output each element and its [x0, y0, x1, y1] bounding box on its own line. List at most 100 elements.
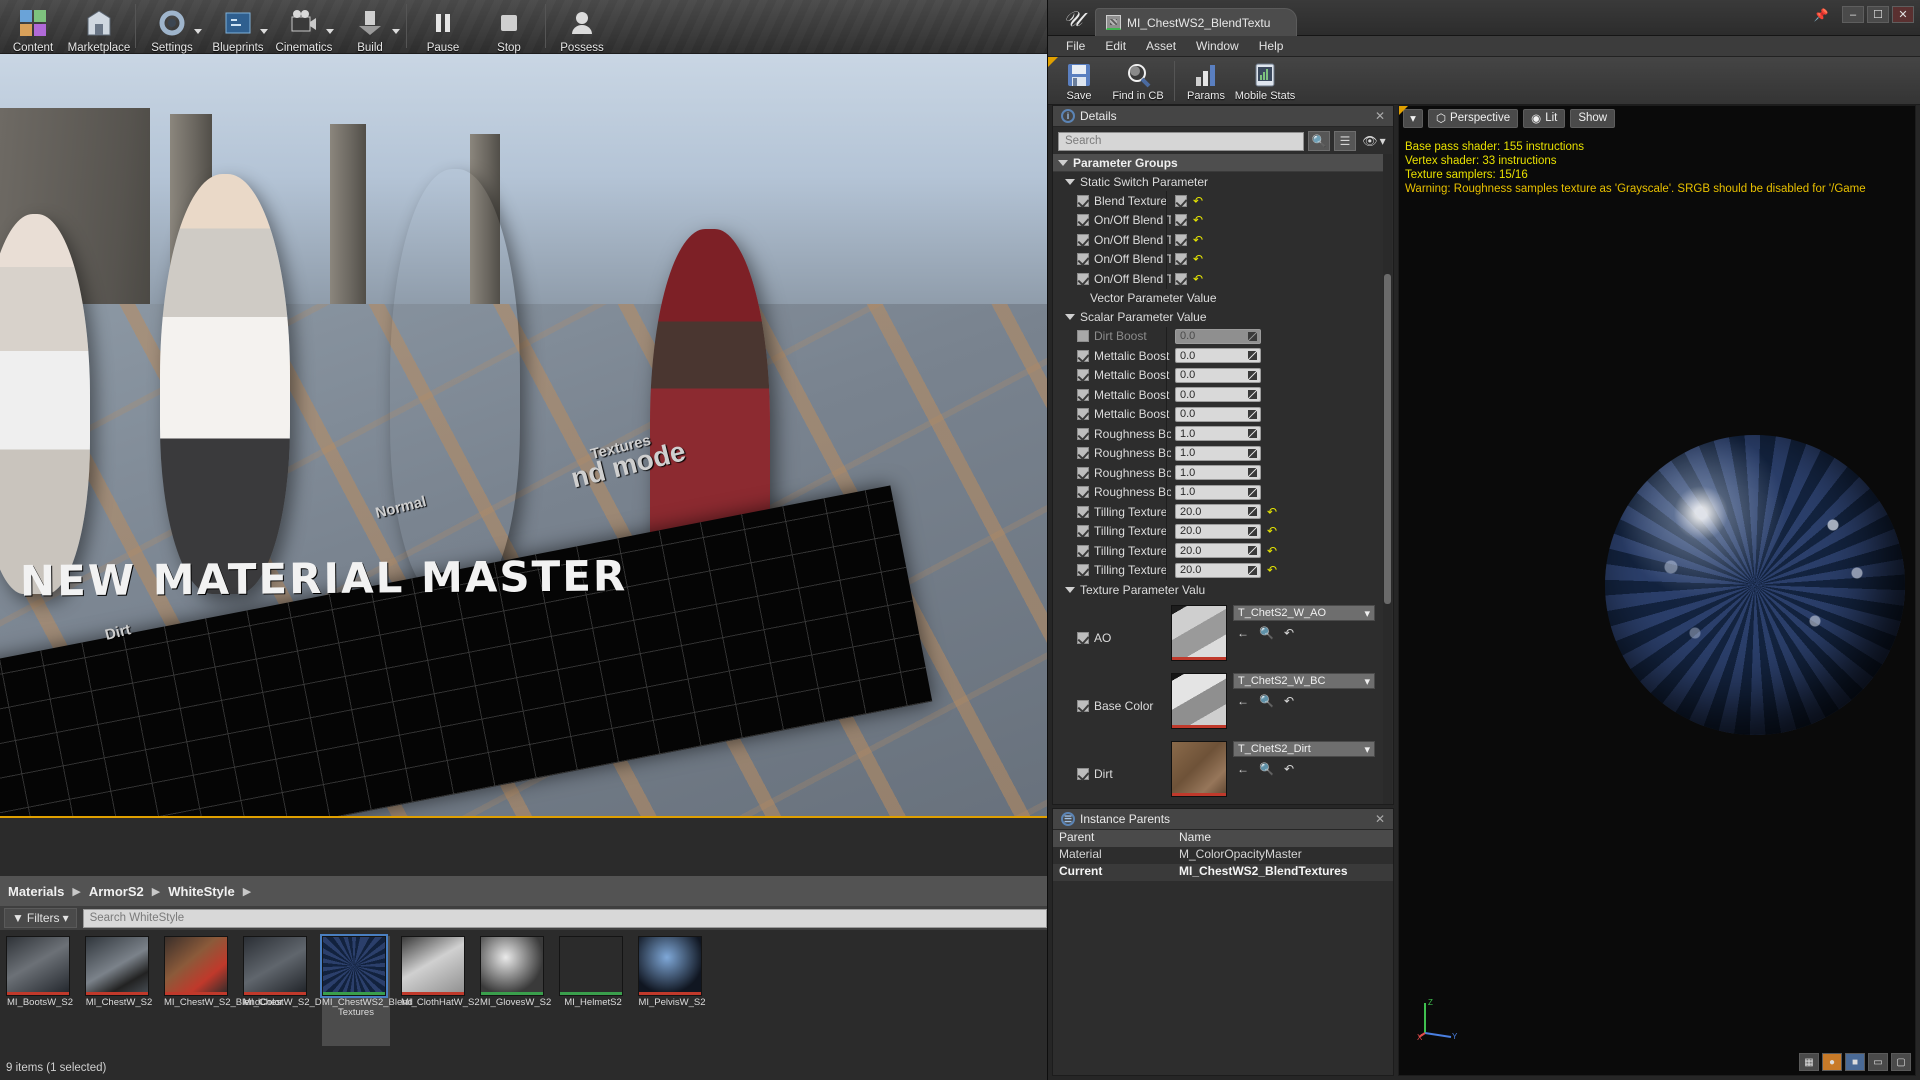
parameter-row[interactable]: Tilling Texture 1 20.0 ↶ — [1053, 502, 1383, 522]
parameter-enable-checkbox[interactable] — [1077, 544, 1089, 557]
parameter-value-checkbox[interactable] — [1175, 253, 1187, 266]
chevron-down-icon[interactable] — [326, 29, 334, 34]
parameter-number-input[interactable]: 20.0 — [1175, 523, 1261, 539]
column-header-name[interactable]: Name — [1173, 830, 1393, 847]
cylinder-preview-icon[interactable]: ▢ — [1891, 1053, 1911, 1071]
parameter-enable-checkbox[interactable] — [1077, 349, 1089, 362]
breadcrumb-item[interactable]: WhiteStyle — [168, 884, 234, 899]
asset-tile[interactable]: MI_GlovesW_S2 — [480, 936, 551, 1046]
reset-to-default-icon[interactable]: ↶ — [1193, 273, 1203, 285]
viewport-show-button[interactable]: Show — [1570, 108, 1616, 128]
list-view-icon[interactable]: ☰ — [1334, 131, 1356, 151]
parameter-row[interactable]: Roughness Boost 1 1.0 — [1053, 424, 1383, 444]
material-editor-menubar[interactable]: File Edit Asset Window Help — [1048, 36, 1920, 57]
breadcrumb[interactable]: Materials ▶ ArmorS2 ▶ WhiteStyle ▶ — [0, 876, 1047, 906]
parameter-enable-checkbox[interactable] — [1077, 408, 1089, 421]
toolbar-button-cinematics[interactable]: Cinematics — [271, 0, 337, 54]
reset-to-default-icon[interactable]: ↶ — [1193, 253, 1203, 265]
parameter-row[interactable]: Blend Texture Mod ↶ — [1053, 191, 1383, 211]
parameter-row[interactable]: On/Off Blend Textu ↶ — [1053, 249, 1383, 269]
chevron-right-icon[interactable]: ▶ — [68, 885, 84, 898]
asset-thumbnail[interactable] — [559, 936, 623, 996]
asset-tile[interactable]: MI_ChestWS2_Blend Textures — [320, 934, 413, 1046]
parameter-enable-checkbox[interactable] — [1077, 466, 1089, 479]
reset-to-default-icon[interactable]: ↶ — [1267, 564, 1277, 576]
material-toolbar-button-mobile-stats[interactable]: Mobile Stats — [1233, 58, 1297, 102]
close-icon[interactable]: ✕ — [1375, 812, 1385, 826]
details-search-input[interactable]: Search — [1058, 131, 1304, 151]
parameter-enable-checkbox[interactable] — [1077, 768, 1089, 780]
parameter-row[interactable]: Mettalic Boost 1 0.0 — [1053, 346, 1383, 366]
browse-to-asset-icon[interactable]: 🔍 — [1259, 626, 1274, 640]
parameter-number-input[interactable]: 20.0 — [1175, 562, 1261, 578]
chevron-right-icon[interactable]: ▶ — [148, 885, 164, 898]
parameter-value-checkbox[interactable] — [1175, 194, 1187, 207]
chevron-down-icon[interactable]: ▾ — [1364, 743, 1370, 756]
menu-file[interactable]: File — [1056, 37, 1095, 55]
parameter-number-input[interactable]: 20.0 — [1175, 543, 1261, 559]
toolbar-button-stop[interactable]: Stop — [476, 0, 542, 54]
parameter-row[interactable]: On/Off Blend Textu ↶ — [1053, 210, 1383, 230]
plane-preview-icon[interactable]: ▭ — [1868, 1053, 1888, 1071]
parameter-number-input[interactable]: 0.0 — [1175, 328, 1261, 344]
parameter-section-header[interactable]: Scalar Parameter Value — [1053, 308, 1383, 327]
menu-help[interactable]: Help — [1249, 37, 1294, 55]
reset-to-default-icon[interactable]: ↶ — [1193, 234, 1203, 246]
texture-parameter-row[interactable]: Base Color T_ChetS2_W_BC ▾ ← 🔍 ↶ — [1053, 667, 1383, 735]
parameter-section-header[interactable]: Static Switch Parameter — [1053, 172, 1383, 191]
material-instance-tab[interactable]: MI_ChestWS2_BlendTextu — [1095, 8, 1298, 36]
parameter-enable-checkbox[interactable] — [1077, 632, 1089, 644]
reset-to-default-icon[interactable]: ↶ — [1284, 695, 1294, 707]
toolbar-button-pause[interactable]: Pause — [410, 0, 476, 54]
asset-tile[interactable]: MI_ClothHatW_S2 — [401, 936, 480, 1046]
texture-thumbnail[interactable] — [1171, 605, 1227, 661]
parameter-enable-checkbox[interactable] — [1077, 700, 1089, 712]
toolbar-button-marketplace[interactable]: Marketplace — [66, 0, 132, 54]
texture-asset-dropdown[interactable]: T_ChetS2_W_AO ▾ — [1233, 605, 1375, 621]
parameter-row[interactable]: Mettalic Boost 3 0.0 — [1053, 385, 1383, 405]
parameter-value-checkbox[interactable] — [1175, 214, 1187, 227]
parameter-enable-checkbox[interactable] — [1077, 330, 1089, 343]
table-row[interactable]: Material M_ColorOpacityMaster — [1053, 847, 1393, 864]
sphere-preview-icon[interactable]: ● — [1822, 1053, 1842, 1071]
spinner-icon[interactable] — [1248, 448, 1257, 458]
asset-thumbnail[interactable] — [638, 936, 702, 996]
spinner-icon[interactable] — [1248, 487, 1257, 497]
filters-button[interactable]: ▼ Filters ▾ — [4, 908, 77, 928]
parameter-number-input[interactable]: 20.0 — [1175, 504, 1261, 520]
pin-icon[interactable]: 📌 — [1811, 6, 1831, 23]
parameter-number-input[interactable]: 0.0 — [1175, 406, 1261, 422]
parameter-row[interactable]: Dirt Boost 0.0 — [1053, 326, 1383, 346]
reset-to-default-icon[interactable]: ↶ — [1267, 506, 1277, 518]
texture-thumbnail[interactable] — [1171, 741, 1227, 797]
parameter-value-checkbox[interactable] — [1175, 272, 1187, 285]
texture-thumbnail[interactable] — [1171, 673, 1227, 729]
parameter-enable-checkbox[interactable] — [1077, 505, 1089, 518]
reset-to-default-icon[interactable]: ↶ — [1193, 195, 1203, 207]
asset-thumbnail[interactable] — [85, 936, 149, 996]
parameter-row[interactable]: On/Off Blend Textu ↶ — [1053, 269, 1383, 289]
asset-thumbnail[interactable] — [320, 934, 388, 998]
chevron-down-icon[interactable]: ▾ — [1364, 675, 1370, 688]
spinner-icon[interactable] — [1248, 507, 1257, 517]
asset-thumbnail[interactable] — [401, 936, 465, 996]
use-selected-asset-icon[interactable]: ← — [1237, 762, 1249, 776]
asset-thumbnail[interactable] — [243, 936, 307, 996]
parameter-section-header[interactable]: Texture Parameter Valu — [1053, 580, 1383, 599]
asset-thumbnail[interactable] — [164, 936, 228, 996]
parameter-row[interactable]: Mettalic Boost 4 0.0 — [1053, 404, 1383, 424]
parameter-row[interactable]: Roughness Boost 4 1.0 — [1053, 482, 1383, 502]
grid-toggle-icon[interactable]: ▦ — [1799, 1053, 1819, 1071]
close-icon[interactable]: ✕ — [1375, 109, 1385, 123]
reset-to-default-icon[interactable]: ↶ — [1284, 763, 1294, 775]
parameter-row[interactable]: Mettalic Boost 2 0.0 — [1053, 365, 1383, 385]
asset-grid[interactable]: MI_BootsW_S2 MI_ChestW_S2 MI_ChestW_S2_Ble… — [0, 934, 1047, 1046]
parameter-number-input[interactable]: 1.0 — [1175, 465, 1261, 481]
details-tab[interactable]: i Details ✕ — [1053, 106, 1393, 127]
parameter-enable-checkbox[interactable] — [1077, 525, 1089, 538]
instance-parents-tab[interactable]: ☰ Instance Parents ✕ — [1053, 809, 1393, 830]
material-toolbar-button-find-in-cb[interactable]: Find in CB — [1106, 58, 1170, 102]
table-row[interactable]: Current MI_ChestWS2_BlendTextures — [1053, 864, 1393, 881]
parameter-row[interactable]: Tilling Texture 3 20.0 ↶ — [1053, 541, 1383, 561]
texture-parameter-row[interactable]: Dirt T_ChetS2_Dirt ▾ ← 🔍 ↶ — [1053, 735, 1383, 803]
